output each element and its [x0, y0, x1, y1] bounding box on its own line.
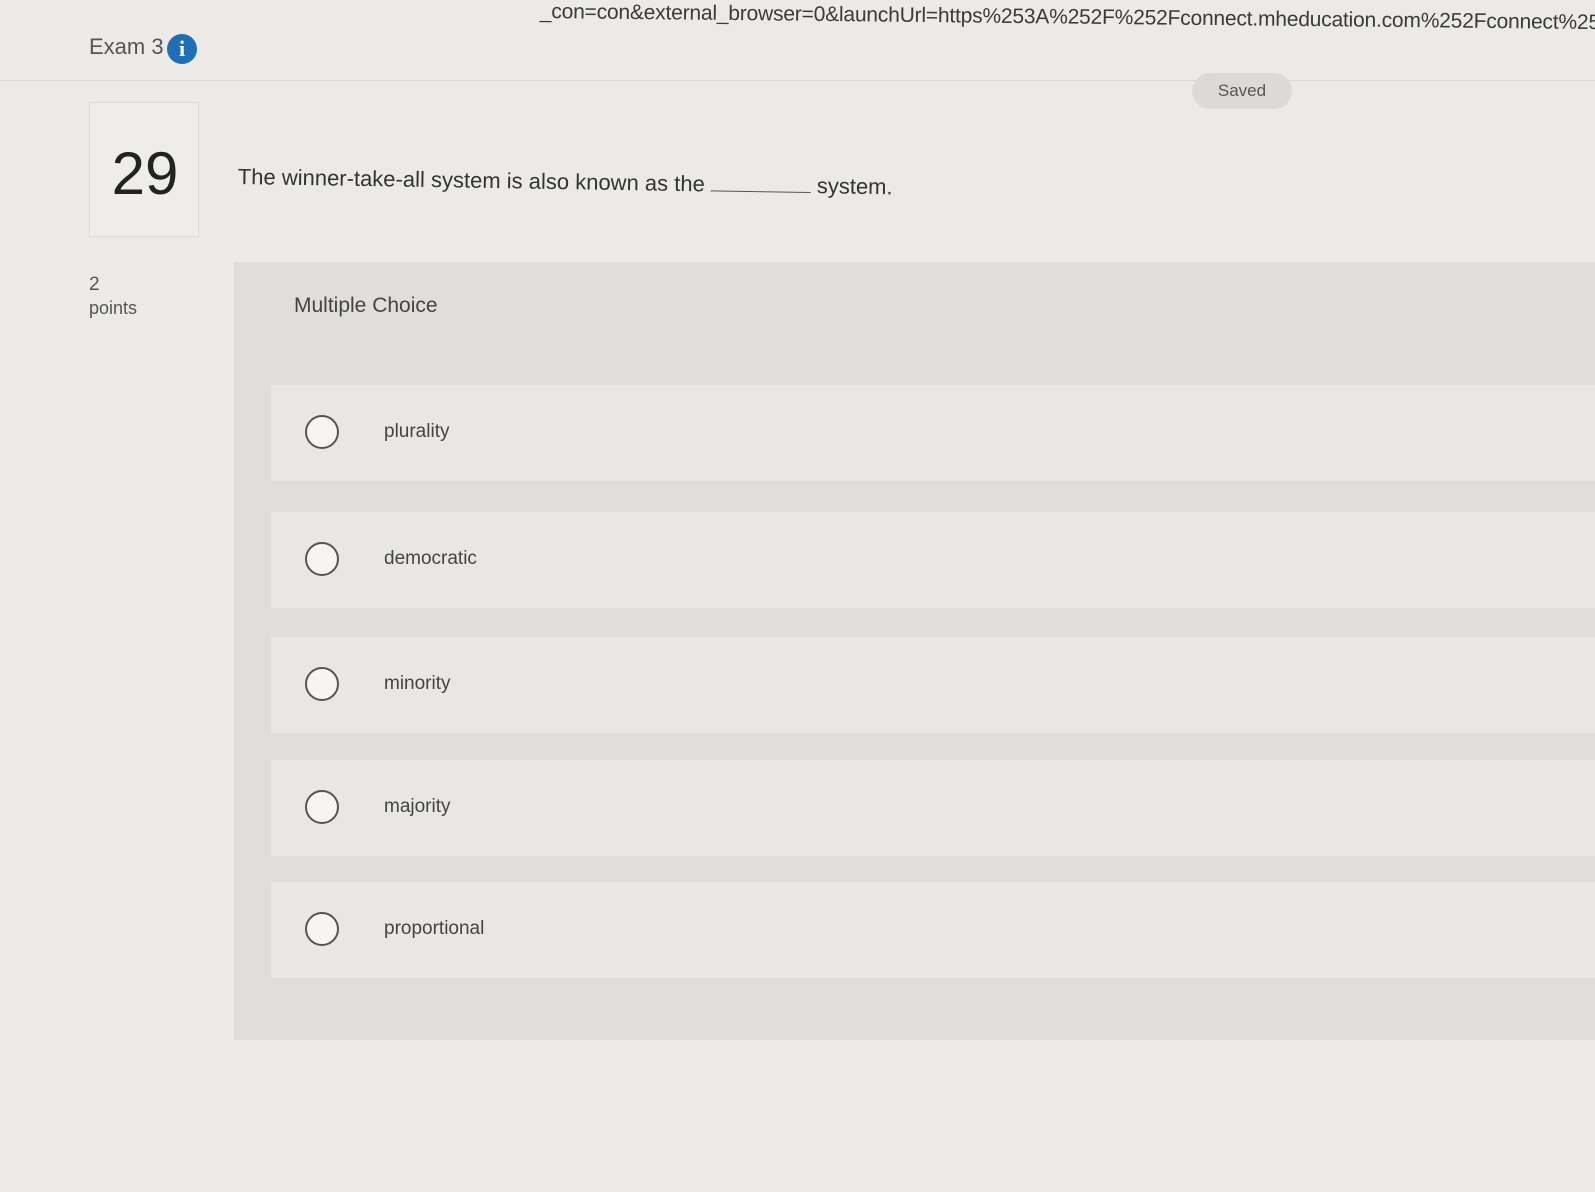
info-icon[interactable]: i [167, 34, 197, 64]
choice-label: minority [384, 673, 451, 694]
radio-button[interactable] [305, 542, 339, 576]
choice-option[interactable]: plurality [271, 385, 1595, 481]
answer-panel: Multiple Choice plurality democratic min… [234, 262, 1595, 1040]
choice-label: democratic [384, 548, 477, 569]
radio-button[interactable] [305, 790, 339, 824]
radio-button[interactable] [305, 415, 339, 449]
header-divider [0, 80, 1595, 81]
question-prompt: The winner-take-all system is also known… [238, 164, 893, 200]
points-value: 2 [89, 274, 100, 295]
question-text-end: system. [816, 173, 893, 200]
question-type-label: Multiple Choice [294, 294, 438, 317]
browser-url-bar[interactable]: _con=con&external_browser=0&launchUrl=ht… [0, 0, 1595, 32]
choice-option[interactable]: minority [271, 637, 1595, 733]
choice-option[interactable]: proportional [271, 882, 1595, 978]
choice-option[interactable]: majority [271, 760, 1595, 856]
choice-label: proportional [384, 918, 485, 939]
question-number-box: 29 [89, 102, 199, 237]
choice-label: plurality [384, 421, 450, 442]
radio-button[interactable] [305, 667, 339, 701]
choice-option[interactable]: democratic [271, 512, 1595, 608]
question-text-start: The winner-take-all system is also known… [237, 164, 706, 197]
question-blank [710, 172, 812, 193]
url-text: _con=con&external_browser=0&launchUrl=ht… [539, 0, 1595, 32]
save-status-badge: Saved [1192, 73, 1292, 109]
points-label: points [89, 298, 138, 318]
question-number: 29 [111, 140, 179, 207]
choice-label: majority [384, 796, 451, 817]
radio-button[interactable] [305, 912, 339, 946]
exam-title: Exam 3 [89, 34, 164, 59]
